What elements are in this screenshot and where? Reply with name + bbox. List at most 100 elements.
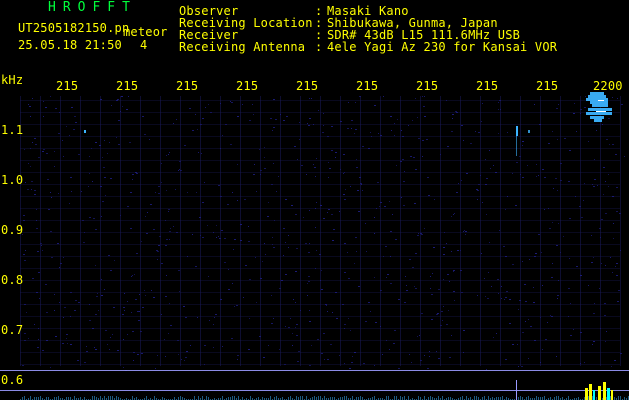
noise-speck [518,309,519,310]
y-tick-label: 0.6 [1,373,24,387]
noise-speck [104,140,105,141]
signal-burst [593,390,595,400]
noise-speck [283,228,285,229]
noise-speck [248,349,250,350]
noise-speck [593,186,595,187]
noise-speck [600,328,601,329]
noise-speck [259,149,260,150]
noise-speck [324,359,325,360]
bottom-speck [544,396,545,400]
noise-speck [213,232,214,233]
bottom-speck [74,396,75,400]
bottom-speck [104,396,105,400]
grid-line-horizontal [20,256,620,257]
noise-speck [477,190,479,191]
noise-speck [620,250,621,251]
noise-speck [402,136,404,137]
noise-speck [180,170,182,171]
noise-speck [378,133,379,134]
noise-speck [451,131,453,132]
noise-speck [505,297,507,298]
noise-speck [134,274,135,275]
noise-speck [166,275,167,276]
noise-speck [47,179,49,180]
noise-speck [552,263,553,264]
bottom-speck [408,396,409,400]
antenna-label: Receiving Antenna [179,40,306,54]
noise-speck [335,152,337,153]
grid-line-horizontal [20,352,620,353]
noise-speck [276,191,277,192]
noise-speck [557,298,558,299]
noise-speck [564,138,566,139]
noise-speck [309,118,311,119]
noise-speck [430,276,431,277]
noise-speck [189,108,191,109]
noise-speck [414,286,415,287]
noise-speck [30,166,31,167]
noise-speck [318,110,319,111]
noise-speck [308,252,310,253]
file-name: UT2505182150.pn [18,21,130,35]
noise-speck [548,143,550,144]
noise-speck [175,189,176,190]
noise-speck [342,304,344,305]
noise-speck [466,173,468,174]
noise-speck [442,320,443,321]
noise-speck [78,154,80,155]
noise-speck [552,222,553,223]
noise-speck [332,312,333,313]
noise-speck [357,190,359,191]
bottom-speck [344,396,345,400]
baseline-line [0,390,629,391]
noise-speck [506,291,508,292]
noise-speck [386,340,387,341]
noise-speck [192,234,193,235]
noise-speck [248,226,249,227]
bottom-speck [520,396,521,400]
noise-speck [23,254,25,255]
meteor-echo-large [590,116,604,119]
noise-speck [569,258,570,259]
noise-speck [66,126,67,127]
noise-speck [485,159,486,160]
noise-speck [478,132,480,133]
noise-speck [355,237,357,238]
noise-speck [535,253,537,254]
noise-speck [461,125,463,126]
noise-speck [232,192,233,193]
bottom-speck [386,396,387,400]
noise-speck [616,211,618,212]
noise-speck [355,129,357,130]
noise-speck [419,335,420,336]
noise-speck [45,107,47,108]
noise-speck [285,326,286,327]
noise-speck [236,305,238,306]
noise-speck [230,144,232,145]
noise-speck [402,159,404,160]
noise-speck [82,220,84,221]
noise-speck [575,196,576,197]
noise-speck [354,263,355,264]
noise-speck [309,210,310,211]
noise-speck [31,181,33,182]
noise-speck [405,276,406,277]
noise-speck [92,328,94,329]
noise-speck [63,317,64,318]
noise-speck [521,366,523,367]
noise-speck [344,324,346,325]
noise-speck [315,208,316,209]
noise-speck [264,168,266,169]
noise-speck [592,344,593,345]
noise-speck [242,104,243,105]
noise-speck [237,200,238,201]
noise-speck [614,360,616,361]
noise-speck [390,283,392,284]
noise-speck [354,133,355,134]
noise-speck [557,190,558,191]
grid-line-horizontal [20,100,620,101]
noise-speck [204,182,205,183]
noise-speck [81,191,82,192]
bottom-speck [618,396,619,400]
bottom-speck [232,396,233,400]
